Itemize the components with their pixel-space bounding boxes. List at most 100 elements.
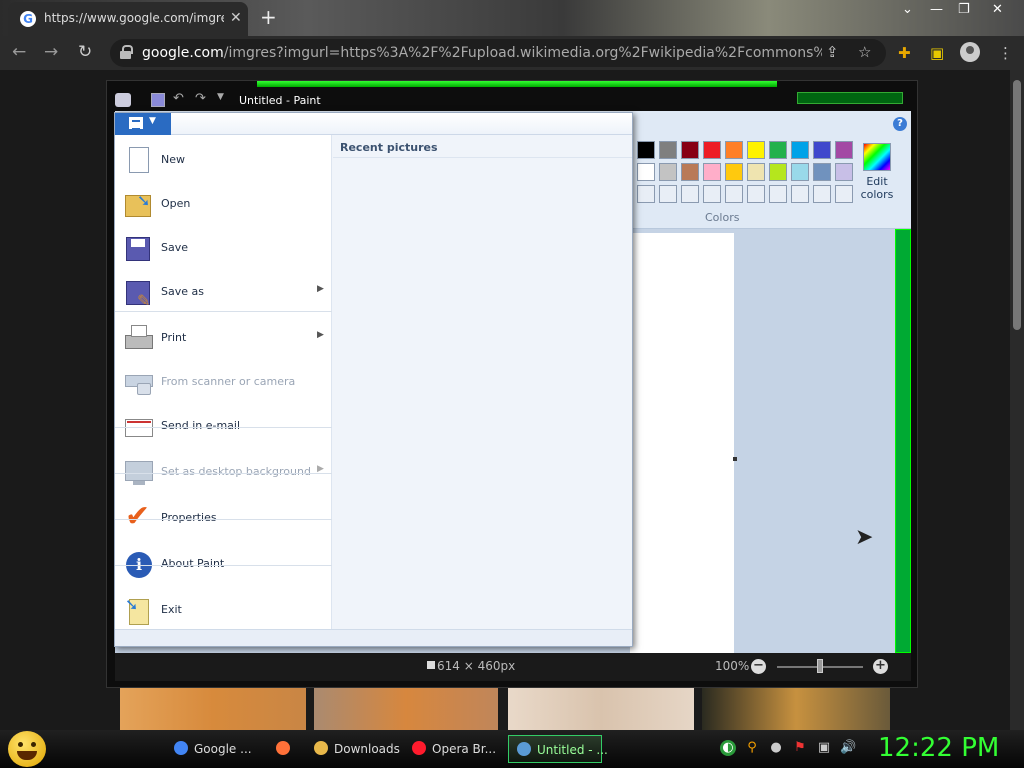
chat-icon[interactable]: ●	[768, 740, 784, 756]
color-swatch[interactable]	[835, 163, 853, 181]
color-swatch[interactable]	[769, 141, 787, 159]
menu-item-new[interactable]: New	[115, 139, 332, 183]
start-button[interactable]	[8, 731, 46, 767]
menu-item-label: Set as desktop background	[161, 465, 311, 478]
folder-icon	[314, 741, 328, 755]
menu-item-save[interactable]: Save	[115, 227, 332, 271]
taskbar-button-paint[interactable]: Untitled - ...	[508, 735, 608, 763]
color-swatch[interactable]	[747, 163, 765, 181]
taskbar-button-opera[interactable]: Opera Br...	[404, 735, 500, 763]
drawing-canvas[interactable]	[630, 233, 734, 653]
undo-icon[interactable]: ↶	[173, 91, 184, 106]
quick-access-dropdown-icon[interactable]: ▼	[217, 92, 224, 102]
color-swatch[interactable]	[769, 163, 787, 181]
color-swatch[interactable]	[747, 141, 765, 159]
submenu-arrow-icon: ▶	[317, 284, 324, 294]
taskbar-button-label: Downloads	[334, 742, 400, 756]
file-menu-button[interactable]: ▼	[115, 113, 171, 135]
reload-button[interactable]: ↻	[78, 42, 92, 62]
empty-color-swatch[interactable]	[835, 185, 853, 203]
maximize-button[interactable]: ❐	[958, 2, 970, 17]
network-icon[interactable]: ▣	[816, 740, 832, 756]
browser-tab[interactable]: G https://www.google.com/imgres?imgurl= …	[8, 2, 248, 36]
page-scrollbar[interactable]	[1010, 70, 1024, 730]
new-tab-button[interactable]: +	[260, 5, 277, 29]
color-swatch[interactable]	[791, 163, 809, 181]
color-swatch[interactable]	[681, 163, 699, 181]
color-swatch[interactable]	[681, 141, 699, 159]
taskbar-button-firefox[interactable]	[268, 735, 300, 763]
color-swatch[interactable]	[637, 163, 655, 181]
empty-color-swatch[interactable]	[813, 185, 831, 203]
tab-title: https://www.google.com/imgres?imgurl=	[44, 11, 224, 25]
file-menu: ▼ New ➘ Open Save ✎ Save as ▶ Print ▶ From scanne…	[114, 112, 633, 647]
search-icon[interactable]: ⚲	[744, 740, 760, 756]
color-swatch[interactable]	[725, 163, 743, 181]
mouse-cursor-icon: ➤	[855, 525, 874, 550]
tray-app-icon[interactable]: ◐	[720, 740, 736, 756]
zoom-slider-thumb[interactable]	[817, 659, 823, 673]
window-controls[interactable]	[797, 92, 903, 104]
cat-image[interactable]	[508, 688, 694, 730]
color-swatch[interactable]	[725, 141, 743, 159]
redo-icon[interactable]: ↷	[195, 91, 206, 106]
resize-handle[interactable]	[733, 457, 737, 461]
empty-color-swatch[interactable]	[681, 185, 699, 203]
empty-color-swatch[interactable]	[747, 185, 765, 203]
color-swatch[interactable]	[791, 141, 809, 159]
color-swatch[interactable]	[659, 163, 677, 181]
scrollbar-thumb[interactable]	[1013, 80, 1021, 330]
menu-item-exit[interactable]: ➘ Exit	[115, 589, 332, 633]
edit-colors-button[interactable]: Edit colors	[857, 143, 897, 201]
help-icon[interactable]: ?	[893, 117, 907, 131]
back-button[interactable]: ←	[12, 42, 26, 62]
empty-color-swatch[interactable]	[659, 185, 677, 203]
minimize-button[interactable]: —	[930, 2, 943, 17]
menu-item-from-scanner-or-camera: From scanner or camera	[115, 361, 332, 405]
taskbar-clock[interactable]: 12:22 PM	[878, 733, 999, 763]
menu-item-save-as[interactable]: ✎ Save as ▶	[115, 271, 332, 315]
zoom-out-button[interactable]: −	[751, 659, 766, 674]
menu-kebab-icon[interactable]: ⋮	[998, 44, 1013, 62]
color-swatch[interactable]	[659, 141, 677, 159]
volume-icon[interactable]: 🔊	[840, 740, 856, 756]
cat-image[interactable]	[702, 688, 890, 730]
profile-avatar[interactable]	[960, 42, 980, 62]
quick-save-icon[interactable]	[151, 93, 165, 107]
canvas-scrollbar[interactable]	[895, 229, 911, 653]
empty-color-swatch[interactable]	[769, 185, 787, 203]
empty-color-swatch[interactable]	[725, 185, 743, 203]
divider	[333, 157, 632, 158]
cat-image[interactable]	[120, 688, 306, 730]
action-center-icon[interactable]: ⚑	[792, 740, 808, 756]
close-window-button[interactable]: ✕	[992, 2, 1003, 17]
color-swatch[interactable]	[703, 141, 721, 159]
zoom-in-button[interactable]: +	[873, 659, 888, 674]
menu-item-print[interactable]: Print ▶	[115, 317, 332, 361]
taskbar-button-chrome[interactable]: Google ...	[166, 735, 260, 763]
empty-color-swatch[interactable]	[791, 185, 809, 203]
share-icon[interactable]: ⇪	[826, 43, 839, 61]
menu-item-label: Save	[161, 241, 189, 254]
menu-item-open[interactable]: ➘ Open	[115, 183, 332, 227]
tab-close-icon[interactable]: ✕	[230, 10, 242, 26]
paint-icon	[517, 742, 531, 756]
bookmark-star-icon[interactable]: ☆	[858, 43, 871, 61]
color-swatch[interactable]	[813, 163, 831, 181]
image-results-strip	[120, 688, 890, 730]
color-swatch[interactable]	[813, 141, 831, 159]
edit-colors-label: colors	[860, 188, 894, 201]
color-swatch[interactable]	[703, 163, 721, 181]
extensions-icon[interactable]: ✚	[898, 44, 911, 62]
color-swatch[interactable]	[835, 141, 853, 159]
sidebar-icon[interactable]: ▣	[930, 44, 944, 62]
cat-image[interactable]	[314, 688, 498, 730]
chevron-down-icon[interactable]: ⌄	[902, 2, 913, 17]
empty-color-swatch[interactable]	[637, 185, 655, 203]
empty-color-swatch[interactable]	[703, 185, 721, 203]
color-swatch[interactable]	[637, 141, 655, 159]
taskbar-button-folder[interactable]: Downloads	[306, 735, 400, 763]
address-bar[interactable]: google.com/imgres?imgurl=https%3A%2F%2Fu…	[110, 39, 886, 67]
forward-button[interactable]: →	[44, 42, 58, 62]
taskbar-button-label: Opera Br...	[432, 742, 497, 756]
